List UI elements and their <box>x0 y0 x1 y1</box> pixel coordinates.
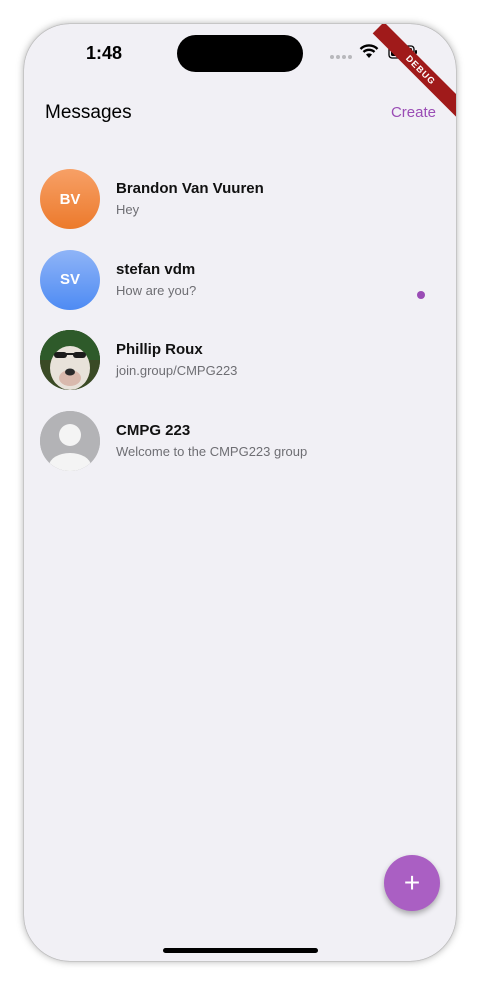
dynamic-island <box>177 35 303 72</box>
conversation-name: stefan vdm <box>116 260 196 278</box>
conversation-row[interactable]: SV stefan vdm How are you? <box>24 249 456 331</box>
conversation-preview: Hey <box>116 202 140 217</box>
conversation-row[interactable]: BV Brandon Van Vuuren Hey <box>24 169 456 250</box>
conversation-preview: Welcome to the CMPG223 group <box>116 443 308 459</box>
conversation-name: Phillip Roux <box>116 341 203 358</box>
avatar: SV <box>40 249 100 310</box>
conversation-row[interactable]: CMPG 223 Welcome to the CMPG223 group <box>24 410 456 492</box>
conversation-name: Brandon Van Vuuren <box>116 180 264 197</box>
page-title: Messages <box>45 102 132 123</box>
photo-avatar <box>40 330 100 390</box>
conversation-preview: join.group/CMPG223 <box>116 363 238 378</box>
conversation-row[interactable]: Phillip Roux join.group/CMPG223 <box>24 330 456 411</box>
add-conversation-button[interactable]: + <box>384 855 440 911</box>
unread-indicator <box>417 291 425 299</box>
status-time: 1:48 <box>86 43 123 63</box>
default-person-icon <box>40 410 100 471</box>
avatar: BV <box>40 169 100 229</box>
phone-screen: 1:48 DEBUG Messages Create BV Brandon Va… <box>24 24 456 961</box>
create-button[interactable]: Create <box>391 104 436 121</box>
conversation-name: CMPG 223 <box>116 421 191 439</box>
signal-icon <box>330 55 352 59</box>
conversation-preview: How are you? <box>116 282 197 298</box>
wifi-icon <box>359 44 379 58</box>
home-indicator[interactable] <box>163 948 318 953</box>
conversation-list: BV Brandon Van Vuuren Hey SV stefan vdm … <box>24 169 456 491</box>
